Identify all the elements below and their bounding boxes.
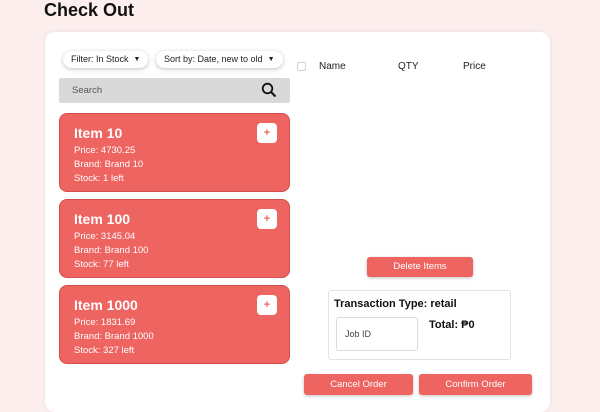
column-header-name: Name [319,61,346,72]
chevron-down-icon: ▼ [133,56,141,63]
product-card: Item 10 Price: 4730.25 Brand: Brand 10 S… [59,113,290,192]
chevron-down-icon: ▼ [267,56,275,63]
transaction-type: Transaction Type: retail [334,298,457,310]
product-price: Price: 3145.04 [74,231,136,242]
search-icon[interactable] [261,82,277,98]
product-card: Item 1000 Price: 1831.69 Brand: Brand 10… [59,285,290,364]
product-name: Item 100 [74,211,131,227]
product-card: Item 100 Price: 3145.04 Brand: Brand 100… [59,199,290,278]
product-stock: Stock: 1 left [74,173,124,184]
product-price: Price: 4730.25 [74,145,136,156]
filter-label: Filter: In Stock [71,54,129,64]
add-to-cart-button[interactable]: + [257,209,277,229]
product-brand: Brand: Brand 1000 [74,331,154,342]
sort-label: Sort by: Date, new to old [164,54,263,64]
sort-dropdown[interactable]: Sort by: Date, new to old ▼ [156,51,283,68]
confirm-order-button[interactable]: Confirm Order [419,374,532,395]
search-input[interactable] [59,78,259,103]
cancel-order-button[interactable]: Cancel Order [304,374,413,395]
product-name: Item 1000 [74,297,138,313]
column-header-price: Price [463,61,486,72]
job-id-field[interactable] [337,318,417,350]
product-price: Price: 1831.69 [74,317,136,328]
job-id-field-wrapper [336,317,418,351]
column-header-qty: QTY [398,61,419,72]
select-all-checkbox[interactable] [297,62,306,71]
delete-items-button[interactable]: Delete Items [367,257,473,277]
page-title: Check Out [44,0,135,20]
product-brand: Brand: Brand 100 [74,245,149,256]
product-name: Item 10 [74,125,123,141]
product-brand: Brand: Brand 10 [74,159,144,170]
product-stock: Stock: 77 left [74,259,129,270]
transaction-panel: Transaction Type: retail Total: ₱0 [328,290,511,360]
order-total: Total: ₱0 [429,319,475,331]
add-to-cart-button[interactable]: + [257,123,277,143]
search-bar [59,78,290,103]
product-stock: Stock: 327 left [74,345,135,356]
add-to-cart-button[interactable]: + [257,295,277,315]
filter-dropdown[interactable]: Filter: In Stock ▼ [63,51,149,68]
